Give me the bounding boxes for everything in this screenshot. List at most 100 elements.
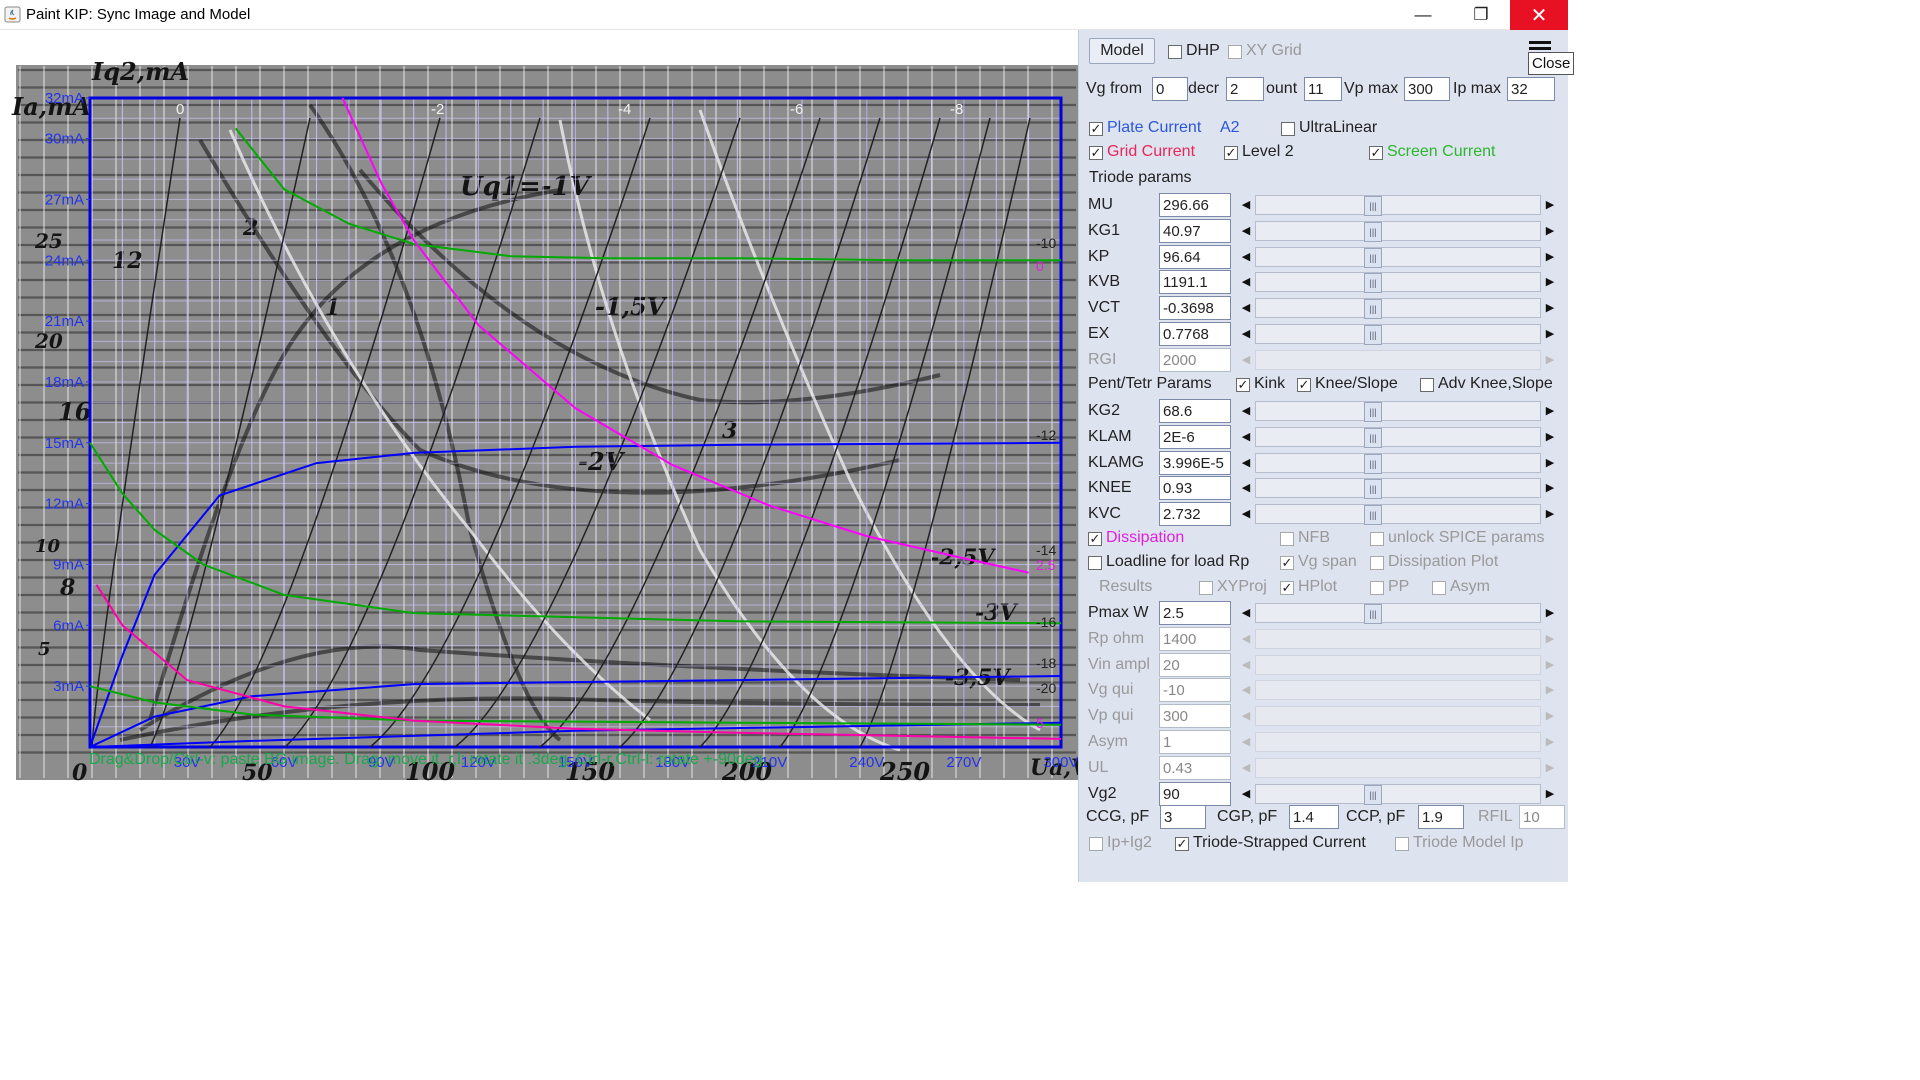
- slider-right-arrow-icon[interactable]: ▶: [1542, 401, 1558, 421]
- dhp-checkbox[interactable]: [1168, 45, 1182, 59]
- param-input-kvc[interactable]: 2.732: [1159, 502, 1231, 527]
- load-vin-ampl-input[interactable]: 20: [1159, 652, 1231, 677]
- load-vg2-input[interactable]: 90: [1159, 781, 1231, 806]
- slider-track[interactable]: |||: [1255, 401, 1541, 422]
- slider-track[interactable]: |||: [1255, 272, 1541, 294]
- slider-thumb[interactable]: |||: [1364, 453, 1382, 474]
- slider-left-arrow-icon[interactable]: ◀: [1238, 298, 1254, 318]
- slider-track[interactable]: |||: [1255, 324, 1541, 345]
- screen-current-checkbox[interactable]: ✓: [1369, 146, 1383, 160]
- slider-thumb[interactable]: |||: [1364, 505, 1382, 526]
- slider-left-arrow-icon[interactable]: ◀: [1238, 427, 1254, 447]
- ultralinear-checkbox[interactable]: [1281, 122, 1295, 136]
- slider-right-arrow-icon[interactable]: ▶: [1542, 298, 1558, 318]
- param-ex-slider[interactable]: ◀ ||| ▶: [1238, 323, 1558, 345]
- maximize-button[interactable]: ❐: [1452, 0, 1510, 30]
- slider-thumb[interactable]: |||: [1364, 299, 1382, 320]
- plot-svg[interactable]: Iq2,mAIa,mAUa,VUq1=-1V-1,5V-2V-2,5V-3V-3…: [0, 30, 1078, 782]
- slider-right-arrow-icon[interactable]: ▶: [1542, 784, 1558, 804]
- slider-right-arrow-icon[interactable]: ▶: [1542, 324, 1558, 344]
- slider-left-arrow-icon[interactable]: ◀: [1238, 603, 1254, 623]
- load-asym-input[interactable]: 1: [1159, 730, 1231, 754]
- vp-max-input[interactable]: 300: [1404, 77, 1450, 101]
- triode-strapped-current-checkbox[interactable]: ✓: [1175, 837, 1189, 851]
- slider-track[interactable]: |||: [1255, 220, 1541, 242]
- slider-right-arrow-icon[interactable]: ▶: [1542, 427, 1558, 447]
- param-input-klamg[interactable]: 3.996E-5: [1159, 450, 1231, 475]
- param-mu-slider[interactable]: ◀ ||| ▶: [1238, 194, 1558, 216]
- param-input-ex[interactable]: 0.7768: [1159, 322, 1231, 346]
- slider-right-arrow-icon[interactable]: ▶: [1542, 247, 1558, 267]
- pp-checkbox[interactable]: [1370, 581, 1384, 595]
- slider-thumb[interactable]: |||: [1364, 604, 1382, 624]
- slider-left-arrow-icon[interactable]: ◀: [1238, 195, 1254, 215]
- slider-right-arrow-icon[interactable]: ▶: [1542, 221, 1558, 241]
- plate-current-checkbox[interactable]: ✓: [1089, 122, 1103, 136]
- slider-track[interactable]: |||: [1255, 298, 1541, 320]
- load-vg2-slider[interactable]: ◀ ||| ▶: [1238, 783, 1558, 805]
- cgp-input[interactable]: 1.4: [1289, 805, 1339, 829]
- slider-left-arrow-icon[interactable]: ◀: [1238, 453, 1254, 473]
- param-kg2-slider[interactable]: ◀ ||| ▶: [1238, 400, 1558, 422]
- xyproj-checkbox[interactable]: [1199, 581, 1213, 595]
- plot-canvas-area[interactable]: Iq2,mAIa,mAUa,VUq1=-1V-1,5V-2V-2,5V-3V-3…: [0, 30, 1078, 882]
- minimize-button[interactable]: —: [1394, 0, 1452, 30]
- slider-left-arrow-icon[interactable]: ◀: [1238, 504, 1254, 524]
- close-button[interactable]: ✕: [1510, 0, 1568, 30]
- slider-right-arrow-icon[interactable]: ▶: [1542, 453, 1558, 473]
- slider-left-arrow-icon[interactable]: ◀: [1238, 272, 1254, 292]
- slider-thumb[interactable]: |||: [1364, 325, 1382, 345]
- param-vct-slider[interactable]: ◀ ||| ▶: [1238, 297, 1558, 320]
- load-ul-input[interactable]: 0.43: [1159, 755, 1231, 780]
- vg-span-checkbox[interactable]: ✓: [1280, 556, 1294, 570]
- slider-thumb[interactable]: |||: [1364, 784, 1382, 805]
- decr-input[interactable]: 2: [1226, 77, 1264, 101]
- param-kvc-slider[interactable]: ◀ ||| ▶: [1238, 503, 1558, 526]
- param-klam-slider[interactable]: ◀ ||| ▶: [1238, 426, 1558, 448]
- slider-track[interactable]: |||: [1255, 603, 1541, 624]
- load-rp-ohm-input[interactable]: 1400: [1159, 626, 1231, 651]
- ip-ig2-checkbox[interactable]: [1089, 837, 1103, 851]
- slider-right-arrow-icon[interactable]: ▶: [1542, 504, 1558, 524]
- param-kvb-slider[interactable]: ◀ ||| ▶: [1238, 271, 1558, 294]
- unlock-spice-params-checkbox[interactable]: [1370, 532, 1384, 546]
- param-input-kg2[interactable]: 68.6: [1159, 399, 1231, 423]
- triode-model-ip-checkbox[interactable]: [1395, 837, 1409, 851]
- ip-max-input[interactable]: 32: [1507, 77, 1555, 101]
- load-vp-qui-input[interactable]: 300: [1159, 704, 1231, 729]
- slider-thumb[interactable]: |||: [1364, 402, 1382, 422]
- level2-checkbox[interactable]: ✓: [1224, 146, 1238, 160]
- slider-right-arrow-icon[interactable]: ▶: [1542, 478, 1558, 498]
- slider-track[interactable]: |||: [1255, 452, 1541, 474]
- param-input-knee[interactable]: 0.93: [1159, 476, 1231, 501]
- slider-left-arrow-icon[interactable]: ◀: [1238, 478, 1254, 498]
- nfb-checkbox[interactable]: [1280, 532, 1294, 546]
- model-button[interactable]: Model: [1089, 38, 1155, 64]
- asym-checkbox-item-checkbox[interactable]: [1432, 581, 1446, 595]
- param-knee-slider[interactable]: ◀ ||| ▶: [1238, 477, 1558, 500]
- ccg-input[interactable]: 3: [1160, 805, 1206, 829]
- count-input[interactable]: 11: [1304, 77, 1342, 101]
- load-pmax-w-slider[interactable]: ◀ ||| ▶: [1238, 602, 1558, 624]
- slider-left-arrow-icon[interactable]: ◀: [1238, 247, 1254, 267]
- slider-track[interactable]: |||: [1255, 478, 1541, 500]
- slider-thumb[interactable]: |||: [1364, 247, 1382, 268]
- param-input-mu[interactable]: 296.66: [1159, 193, 1231, 217]
- loadline-checkbox[interactable]: [1088, 556, 1102, 570]
- slider-thumb[interactable]: |||: [1364, 196, 1382, 216]
- slider-track[interactable]: |||: [1255, 504, 1541, 526]
- rfil-input[interactable]: 10: [1519, 805, 1565, 829]
- param-kp-slider[interactable]: ◀ ||| ▶: [1238, 246, 1558, 268]
- hplot-checkbox[interactable]: ✓: [1280, 581, 1294, 595]
- slider-right-arrow-icon[interactable]: ▶: [1542, 195, 1558, 215]
- load-vg-qui-input[interactable]: -10: [1159, 678, 1231, 703]
- param-input-klam[interactable]: 2E-6: [1159, 424, 1231, 449]
- slider-track[interactable]: |||: [1255, 195, 1541, 216]
- slider-thumb[interactable]: |||: [1364, 221, 1382, 242]
- slider-left-arrow-icon[interactable]: ◀: [1238, 784, 1254, 804]
- param-klamg-slider[interactable]: ◀ ||| ▶: [1238, 452, 1558, 474]
- slider-right-arrow-icon[interactable]: ▶: [1542, 272, 1558, 292]
- slider-right-arrow-icon[interactable]: ▶: [1542, 603, 1558, 623]
- slider-thumb[interactable]: |||: [1364, 273, 1382, 294]
- slider-track[interactable]: |||: [1255, 246, 1541, 268]
